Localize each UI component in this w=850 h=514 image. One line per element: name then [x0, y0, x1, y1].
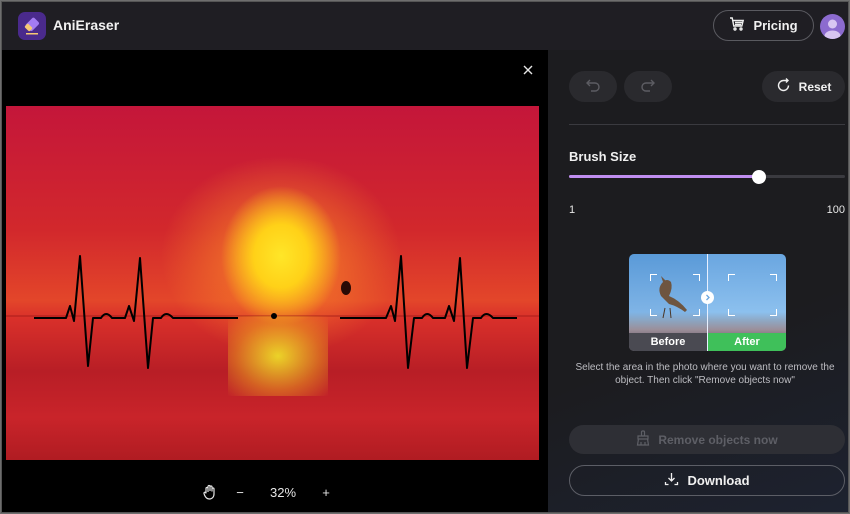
- zoom-in-button[interactable]: +: [316, 482, 336, 502]
- remove-objects-button[interactable]: Remove objects now: [569, 425, 845, 454]
- reset-button[interactable]: Reset: [762, 71, 845, 102]
- brush-size-slider[interactable]: [569, 170, 845, 184]
- zoom-controls: − 32% +: [200, 482, 336, 502]
- cart-icon: [729, 17, 745, 34]
- app-window: AniEraser Pricing − 32% + Reset Brush Si…: [1, 1, 849, 513]
- pricing-button[interactable]: Pricing: [713, 10, 814, 41]
- slider-fill: [569, 175, 759, 178]
- brush-size-label: Brush Size: [569, 149, 637, 164]
- eraser-logo-icon: [18, 12, 46, 40]
- close-icon[interactable]: [520, 62, 536, 78]
- after-label: After: [708, 333, 786, 351]
- before-label: Before: [629, 333, 707, 351]
- pricing-label: Pricing: [753, 18, 798, 33]
- download-label: Download: [687, 473, 750, 488]
- brush-max-label: 100: [826, 204, 845, 216]
- tool-panel: Reset Brush Size 1 100 Before After Sele…: [548, 50, 848, 512]
- edited-photo[interactable]: [6, 106, 539, 460]
- divider: [569, 124, 845, 125]
- user-avatar-icon[interactable]: [820, 14, 845, 39]
- download-button[interactable]: Download: [569, 465, 845, 496]
- image-canvas[interactable]: − 32% +: [2, 50, 548, 512]
- brush-icon: [636, 430, 650, 449]
- before-after-demo: Before After: [629, 254, 786, 351]
- chevron-right-icon: [701, 291, 714, 304]
- redo-icon: [640, 78, 656, 95]
- instruction-text: Select the area in the photo where you w…: [575, 362, 835, 386]
- download-icon: [664, 472, 679, 490]
- slider-thumb[interactable]: [751, 170, 766, 184]
- app-header: AniEraser Pricing: [2, 2, 848, 50]
- redo-button[interactable]: [624, 71, 672, 102]
- heartbeat-line-graphic: [34, 255, 517, 369]
- zoom-out-button[interactable]: −: [230, 482, 250, 502]
- brush-min-label: 1: [569, 204, 576, 216]
- hand-icon[interactable]: [200, 482, 220, 502]
- zoom-level: 32%: [269, 484, 297, 500]
- undo-icon: [585, 78, 601, 95]
- undo-button[interactable]: [569, 71, 617, 102]
- reset-icon: [776, 77, 791, 96]
- reset-label: Reset: [798, 79, 832, 94]
- app-title: AniEraser: [53, 17, 120, 33]
- remove-objects-label: Remove objects now: [658, 432, 778, 447]
